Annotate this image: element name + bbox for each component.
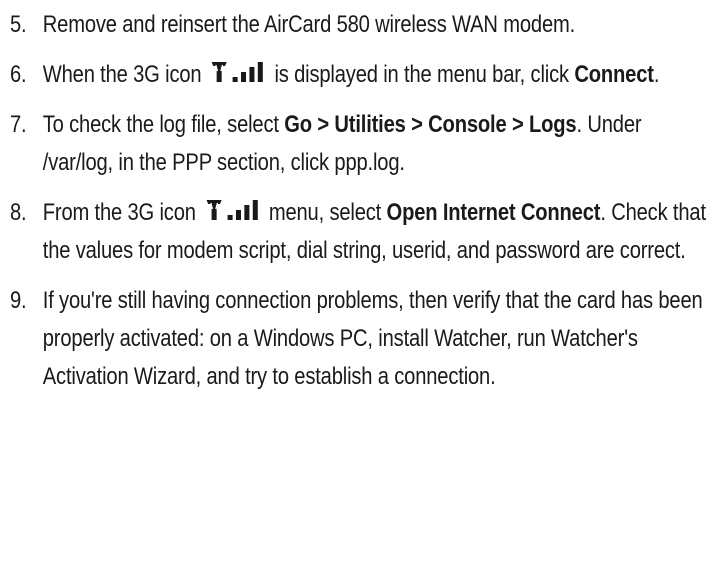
step-number: 5.: [10, 11, 27, 38]
step-text-segment: Remove and reinsert the AirCard 580 wire…: [42, 11, 576, 38]
step-text: If you're still having connection proble…: [43, 282, 707, 396]
3g-signal-icon: [205, 198, 260, 222]
step-text-segment: If you're still having connection proble…: [42, 287, 703, 390]
steps-list: 5. Remove and reinsert the AirCard 580 w…: [10, 6, 711, 396]
step-text-segment: When the 3G icon: [42, 61, 202, 88]
step-bold-segment: Go > Utilities > Console > Logs: [284, 111, 577, 138]
step-text: Remove and reinsert the AirCard 580 wire…: [43, 6, 707, 44]
step-number: 6.: [10, 61, 27, 88]
3g-signal-icon: [210, 60, 265, 84]
step-text: To check the log file, select Go > Utili…: [43, 106, 707, 182]
step-text-segment: To check the log file, select: [42, 111, 279, 138]
instructions-page: 5. Remove and reinsert the AirCard 580 w…: [0, 0, 721, 588]
step-bold-segment: Connect: [574, 61, 654, 88]
step-number: 9.: [10, 287, 27, 314]
step-number: 8.: [10, 199, 27, 226]
step-text: When the 3G icon is displayed in the men…: [43, 56, 707, 94]
step-8: 8. From the 3G icon menu, select Open In…: [10, 194, 707, 270]
step-9: 9. If you're still having connection pro…: [10, 282, 707, 396]
step-text: From the 3G icon menu, select Open Inter…: [43, 194, 707, 270]
step-7: 7. To check the log file, select Go > Ut…: [10, 106, 707, 182]
step-text-segment: .: [653, 61, 660, 88]
step-6: 6. When the 3G icon is displayed in the …: [10, 56, 707, 94]
step-text-segment: From the 3G icon: [42, 199, 196, 226]
step-number: 7.: [10, 111, 27, 138]
step-bold-segment: Open Internet Connect: [386, 199, 601, 226]
step-text-segment: menu, select: [268, 199, 382, 226]
step-text-segment: is displayed in the menu bar, click: [274, 61, 569, 88]
step-5: 5. Remove and reinsert the AirCard 580 w…: [10, 6, 707, 44]
